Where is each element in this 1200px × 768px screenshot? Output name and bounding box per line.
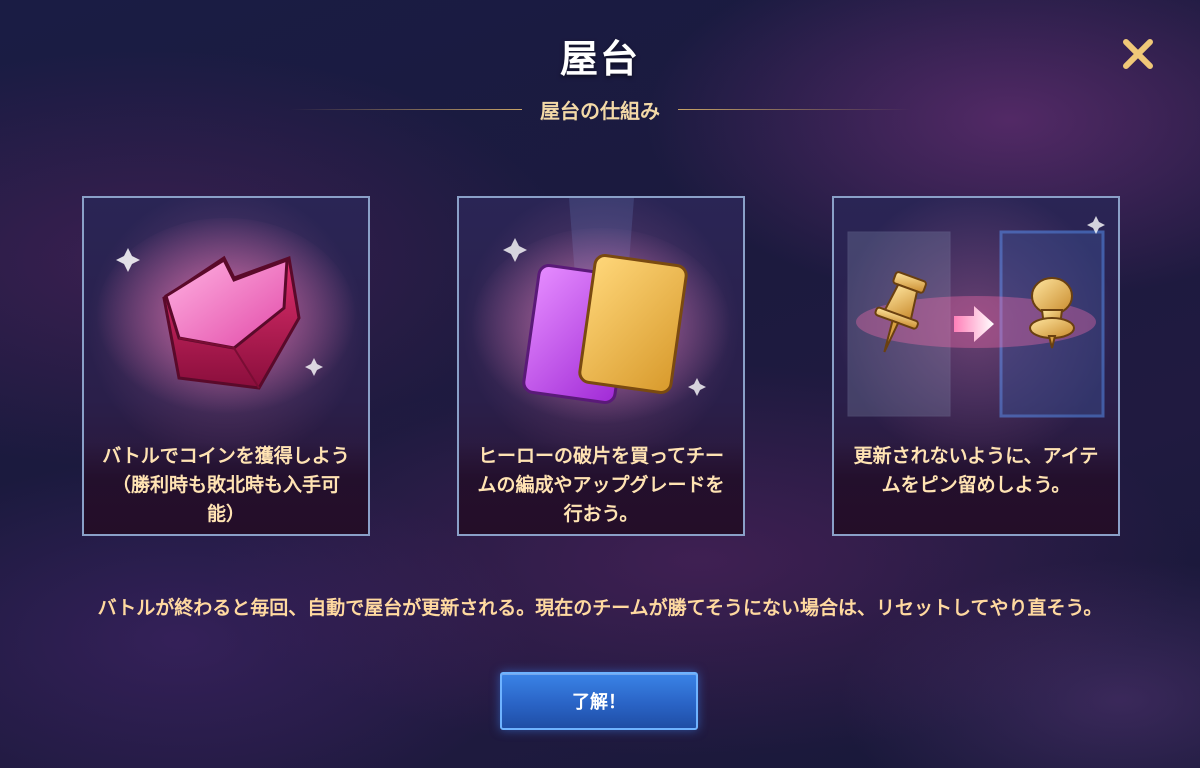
ok-button[interactable]: 了解！ — [500, 672, 698, 730]
hero-shards-icon — [471, 198, 731, 428]
close-button[interactable] — [1118, 34, 1158, 74]
divider-right — [678, 108, 910, 110]
card-text-shards: ヒーローの破片を買ってチームの編成やアップグレードを行おう。 — [459, 442, 743, 534]
card-text-pin: 更新されないように、アイテムをピン留めしよう。 — [834, 442, 1118, 534]
coin-gem-icon — [96, 218, 356, 418]
subtitle-row: 屋台の仕組み — [290, 94, 910, 124]
page-title: 屋台 — [559, 37, 640, 81]
divider-left — [290, 108, 522, 110]
info-card-shards: ヒーローの破片を買ってチームの編成やアップグレードを行おう。 — [457, 196, 745, 536]
pin-item-icon — [847, 216, 1105, 418]
info-card-coins: バトルでコインを獲得しよう（勝利時も敗北時も入手可能） — [82, 196, 370, 536]
card-text-coins: バトルでコインを獲得しよう（勝利時も敗北時も入手可能） — [84, 442, 368, 534]
section-subtitle: 屋台の仕組み — [540, 98, 660, 123]
shop-description: バトルが終わると毎回、自動で屋台が更新される。現在のチームが勝てそうにない場合は… — [97, 597, 1103, 619]
close-icon — [1123, 39, 1153, 69]
info-card-pin: 更新されないように、アイテムをピン留めしよう。 — [832, 196, 1120, 536]
